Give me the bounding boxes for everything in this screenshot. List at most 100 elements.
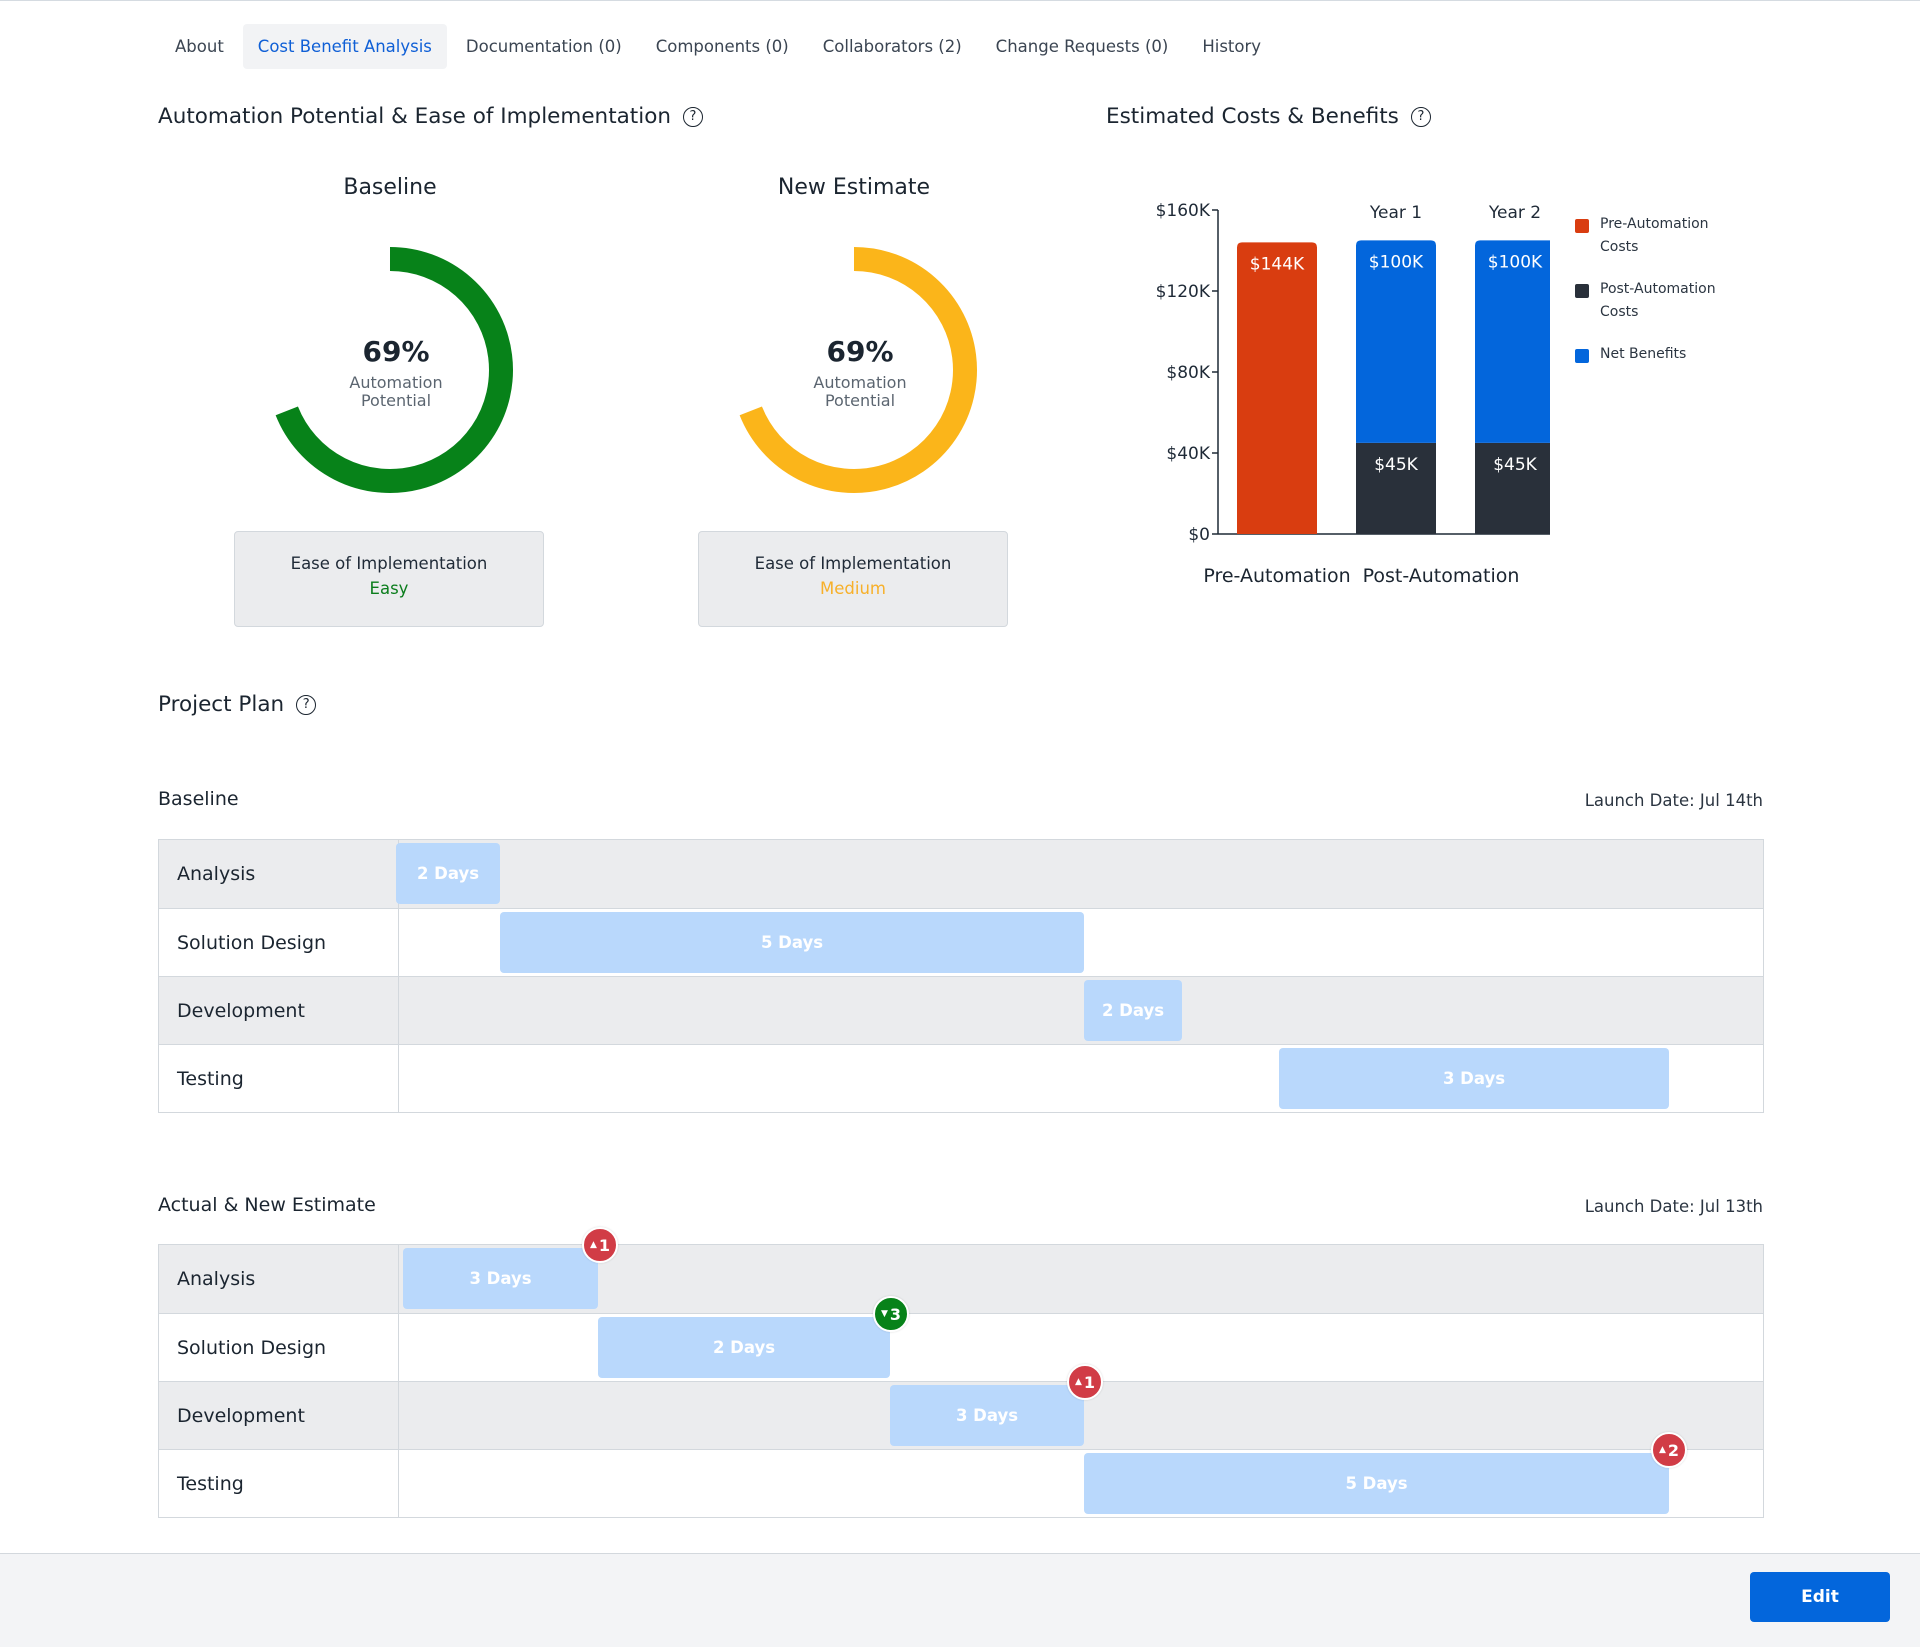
- project-plan-heading-text: Project Plan: [158, 692, 285, 717]
- y-tick-label: $40K: [1166, 444, 1210, 464]
- legend-label: Net Benefits: [1600, 346, 1687, 362]
- y-tick-label: $120K: [1156, 282, 1211, 302]
- baseline-sub-line2: Potential: [360, 391, 432, 410]
- tab-change-requests[interactable]: Change Requests (0): [981, 24, 1184, 69]
- legend-item-pre-automation-costs: Pre-Automation Costs: [1575, 216, 1725, 259]
- gantt-row-analysis: Analysis 3 Days ▲ 1: [159, 1227, 1763, 1313]
- delta-badge-increase: ▲ 1: [582, 1227, 618, 1263]
- gantt-row-solution-design: Solution Design 5 Days: [159, 908, 1763, 976]
- new-estimate-donut-center: 69% Automation Potential: [760, 335, 960, 410]
- phase-label: Development: [159, 1382, 399, 1449]
- baseline-ease-box: Ease of Implementation Easy: [234, 531, 544, 627]
- legend-item-post-automation-costs: Post-Automation Costs: [1575, 281, 1725, 324]
- y-tick-label: $80K: [1166, 363, 1210, 383]
- gantt-bar[interactable]: 5 Days: [1084, 1453, 1669, 1514]
- tab-about[interactable]: About: [160, 24, 239, 69]
- tab-bar: About Cost Benefit Analysis Documentatio…: [160, 24, 1280, 69]
- bar-value-label: $144K: [1250, 254, 1305, 274]
- question-circle-icon[interactable]: ?: [1410, 106, 1431, 127]
- gantt-row-analysis: Analysis 2 Days: [159, 840, 1763, 908]
- baseline-gantt-table: Analysis 2 Days Solution Design 5 Days D…: [158, 839, 1764, 1113]
- baseline-ease-value: Easy: [369, 579, 409, 598]
- phase-label: Analysis: [159, 1245, 399, 1313]
- x-group-label: Post-Automation: [1363, 565, 1520, 587]
- legend-swatch: [1575, 349, 1589, 363]
- bar-segment: [1237, 242, 1317, 534]
- legend-label: Pre-Automation Costs: [1600, 216, 1709, 255]
- gantt-bar[interactable]: 2 Days: [598, 1317, 890, 1378]
- legend-item-net-benefits: Net Benefits: [1575, 346, 1725, 366]
- gantt-bar[interactable]: 2 Days: [396, 843, 500, 904]
- baseline-percent: 69%: [362, 335, 430, 368]
- bar-value-label: $45K: [1493, 455, 1537, 475]
- arrow-up-icon: ▲: [589, 1240, 597, 1250]
- delta-value: 3: [889, 1304, 902, 1324]
- automation-section-heading: Automation Potential & Ease of Implement…: [158, 104, 703, 129]
- column-label: Year 2: [1488, 203, 1541, 223]
- new-estimate-percent: 69%: [826, 335, 894, 368]
- gantt-row-testing: Testing 5 Days ▲ 2: [159, 1432, 1763, 1517]
- baseline-donut-title: Baseline: [343, 175, 437, 200]
- delta-badge-decrease: ▼ 3: [873, 1296, 909, 1332]
- new-estimate-sub-line1: Automation: [813, 373, 907, 392]
- new-estimate-ease-value: Medium: [820, 579, 886, 598]
- project-plan-heading: Project Plan ?: [158, 692, 317, 717]
- actual-launch-date: Launch Date: Jul 13th: [1584, 1197, 1763, 1216]
- y-tick-label: $160K: [1156, 201, 1211, 221]
- baseline-sub-line1: Automation: [349, 373, 443, 392]
- question-circle-icon[interactable]: ?: [296, 694, 317, 715]
- tab-components[interactable]: Components (0): [641, 24, 804, 69]
- arrow-up-icon: ▲: [1074, 1377, 1082, 1387]
- costs-section-heading: Estimated Costs & Benefits ?: [1106, 104, 1431, 129]
- x-group-label: Pre-Automation: [1203, 565, 1350, 587]
- costs-heading-text: Estimated Costs & Benefits: [1106, 104, 1399, 129]
- edit-button[interactable]: Edit: [1750, 1572, 1890, 1622]
- delta-badge-increase: ▲ 2: [1651, 1432, 1687, 1468]
- automation-heading-text: Automation Potential & Ease of Implement…: [158, 104, 671, 129]
- phase-label: Analysis: [159, 840, 399, 908]
- baseline-ease-label: Ease of Implementation: [290, 554, 488, 573]
- gantt-bar[interactable]: 3 Days: [403, 1248, 598, 1309]
- phase-label: Solution Design: [159, 1314, 399, 1381]
- arrow-down-icon: ▼: [880, 1309, 888, 1319]
- tab-history[interactable]: History: [1187, 24, 1276, 69]
- tab-collaborators[interactable]: Collaborators (2): [808, 24, 977, 69]
- new-estimate-ease-label: Ease of Implementation: [754, 554, 952, 573]
- gantt-bar[interactable]: 5 Days: [500, 912, 1084, 973]
- phase-label: Development: [159, 977, 399, 1044]
- baseline-donut-center: 69% Automation Potential: [296, 335, 496, 410]
- gantt-bar[interactable]: 3 Days: [890, 1385, 1084, 1446]
- new-estimate-donut-title: New Estimate: [777, 175, 931, 200]
- gantt-row-testing: Testing 3 Days: [159, 1044, 1763, 1112]
- delta-badge-increase: ▲ 1: [1067, 1364, 1103, 1400]
- gantt-row-development: Development 3 Days ▲ 1: [159, 1364, 1763, 1449]
- new-estimate-sub-line2: Potential: [824, 391, 896, 410]
- tab-documentation[interactable]: Documentation (0): [451, 24, 637, 69]
- question-circle-icon[interactable]: ?: [682, 106, 703, 127]
- delta-value: 1: [598, 1235, 611, 1255]
- footer-bar: [0, 1553, 1920, 1647]
- gantt-row-solution-design: Solution Design 2 Days ▼ 3: [159, 1296, 1763, 1381]
- tab-cost-benefit-analysis[interactable]: Cost Benefit Analysis: [242, 24, 447, 69]
- legend-label: Post-Automation Costs: [1600, 281, 1716, 320]
- top-divider: [0, 0, 1920, 1]
- phase-label: Testing: [159, 1450, 399, 1517]
- bar-value-label: $45K: [1374, 455, 1418, 475]
- phase-label: Testing: [159, 1045, 399, 1112]
- gantt-bar[interactable]: 3 Days: [1279, 1048, 1669, 1109]
- delta-value: 1: [1083, 1372, 1096, 1392]
- delta-value: 2: [1667, 1440, 1680, 1460]
- costs-benefits-bar-chart: $0 $40K $80K $120K $160K $144K $45K $100K Year 1…: [1156, 201, 1550, 587]
- column-label: Year 1: [1369, 203, 1422, 223]
- gantt-bar[interactable]: 2 Days: [1084, 980, 1182, 1041]
- actual-gantt-table: Analysis 3 Days ▲ 1 Solution Design 2 Day…: [158, 1227, 1764, 1518]
- actual-plan-title: Actual & New Estimate: [158, 1194, 376, 1216]
- y-tick-label: $0: [1188, 525, 1210, 545]
- legend-swatch: [1575, 219, 1589, 233]
- gantt-row-development: Development 2 Days: [159, 976, 1763, 1044]
- baseline-launch-date: Launch Date: Jul 14th: [1584, 791, 1763, 810]
- chart-legend: Pre-Automation Costs Post-Automation Cos…: [1575, 216, 1725, 388]
- arrow-up-icon: ▲: [1658, 1445, 1666, 1455]
- bar-value-label: $100K: [1488, 252, 1543, 272]
- baseline-plan-title: Baseline: [158, 788, 239, 810]
